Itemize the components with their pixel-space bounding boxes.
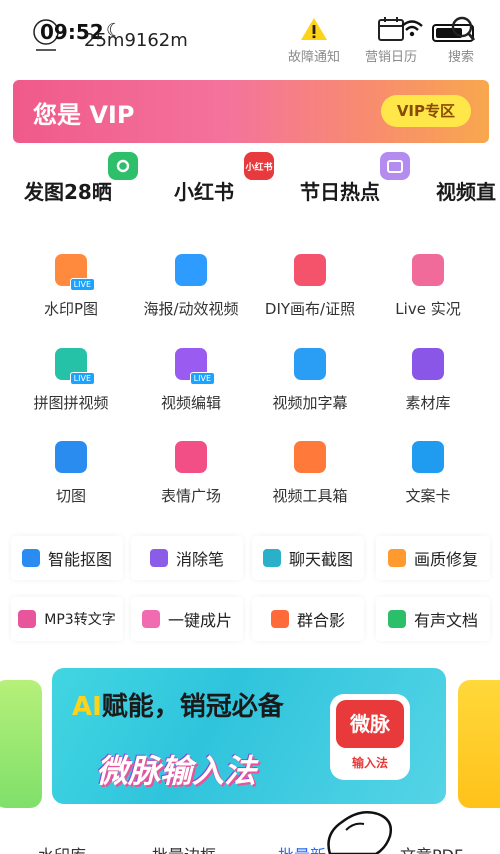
grid-item-label: 海报/动效视频	[143, 300, 239, 318]
grid-item-0[interactable]: LIVE 水印P图	[11, 254, 131, 324]
grid-item-label: 视频编辑	[160, 394, 221, 412]
tool-chip-label: 消除笔	[175, 550, 224, 569]
tab-xiaohongshu[interactable]: 小红书	[174, 176, 234, 205]
play-icon	[141, 610, 160, 628]
grid-item-10[interactable]: 视频工具箱	[250, 441, 370, 511]
live-photo-icon	[412, 254, 444, 286]
tool-chip-label: 智能抠图	[47, 550, 112, 569]
tool-chip-2[interactable]: 聊天截图	[252, 536, 364, 580]
promo-banner[interactable]: AI赋能，销冠必备 微脉输入法 微脉 输入法	[52, 668, 446, 804]
live-badge: LIVE	[69, 278, 95, 291]
video-edit-icon: LIVE	[175, 348, 215, 385]
layers-icon	[412, 348, 444, 380]
logo-top-text: 微脉	[336, 700, 404, 748]
tab-video-live[interactable]: 视频直	[436, 176, 496, 205]
subtitle-mic-icon	[294, 348, 326, 380]
video-toolbox-icon	[294, 441, 326, 473]
tool-chip-7[interactable]: 有声文档	[376, 597, 490, 641]
grid-item-label: 视频工具箱	[272, 487, 348, 505]
grid-item-label: DIY画布/证照	[264, 300, 356, 318]
grid-item-1[interactable]: 海报/动效视频	[131, 254, 251, 324]
xiaohongshu-badge-icon: 小红书	[244, 152, 274, 180]
search-label: 搜索	[447, 50, 474, 65]
vip-banner[interactable]: 您是 VIP VIP专区	[13, 80, 489, 143]
tool-chip-label: 一键成片	[167, 611, 232, 630]
tool-chip-label: 有声文档	[413, 611, 478, 630]
smart-cutout-icon	[21, 549, 40, 567]
tool-chip-label: 画质修复	[413, 550, 478, 569]
grid-item-9[interactable]: 表情广场	[131, 441, 251, 511]
wifi-icon	[400, 18, 424, 42]
grid-cut-icon	[55, 441, 87, 473]
tool-chip-4[interactable]: MP3转文字	[11, 597, 123, 641]
search-button[interactable]: 搜索	[426, 14, 496, 66]
tab-festival-hot[interactable]: 节日热点	[300, 176, 380, 205]
group-photo-icon	[270, 610, 289, 628]
tool-chip-3[interactable]: 画质修复	[376, 536, 490, 580]
tab-fatu[interactable]: 发图28晒	[24, 176, 112, 205]
pointer-hand-icon	[327, 811, 392, 854]
weimai-input-logo: 微脉 输入法	[330, 694, 410, 780]
grid-item-2[interactable]: DIY画布/证照	[250, 254, 370, 324]
category-tabs: 小红书 发图28晒 小红书 节日热点 视频直	[0, 152, 500, 222]
tool-chip-label: MP3转文字	[44, 612, 116, 628]
grid-item-label: 文案卡	[405, 487, 451, 505]
banner-headline: AI赋能，销冠必备	[72, 686, 284, 723]
vip-zone-button[interactable]: VIP专区	[380, 95, 471, 127]
copy-card-icon	[412, 441, 444, 473]
grid-item-4[interactable]: LIVE 拼图拼视频	[11, 348, 131, 418]
bottom-item-article-pdf[interactable]: 文章PDF	[400, 842, 463, 854]
collage-icon: LIVE	[55, 348, 95, 385]
carousel-prev-peek[interactable]	[0, 680, 42, 808]
grid-item-11[interactable]: 文案卡	[368, 441, 488, 511]
fault-notice-label: 故障通知	[287, 50, 340, 65]
tool-chip-6[interactable]: 群合影	[252, 597, 364, 641]
fault-notice-button[interactable]: 故障通知	[279, 14, 349, 66]
magic-wand-icon	[149, 549, 168, 567]
grid-item-label: 素材库	[405, 394, 451, 412]
mic-icon	[387, 610, 406, 628]
grid-item-label: Live 实况	[395, 300, 461, 318]
chat-screenshot-icon	[262, 549, 281, 567]
live-badge: LIVE	[189, 372, 215, 385]
camera-badge-icon	[108, 152, 138, 180]
banner-headline-rest: 赋能，销冠必备	[101, 692, 284, 722]
bottom-item-batch-new[interactable]: 批量新	[278, 842, 326, 854]
logo-bottom-text: 输入法	[351, 756, 388, 770]
grid-item-5[interactable]: LIVE 视频编辑	[131, 348, 251, 418]
user-id: 25m9162m	[84, 30, 188, 51]
grid-item-7[interactable]: 素材库	[368, 348, 488, 418]
marketing-calendar-label: 营销日历	[364, 50, 417, 65]
grid-item-label: 视频加字幕	[272, 394, 348, 412]
tool-chip-0[interactable]: 智能抠图	[11, 536, 123, 580]
banner-subtitle: 微脉输入法	[96, 752, 257, 790]
status-bar: 09:52 ☾ 25m9162m 故障通知 营销日历 搜索	[0, 0, 500, 72]
hd-icon	[387, 549, 406, 567]
search-icon	[451, 16, 476, 41]
grid-item-8[interactable]: 切图	[11, 441, 131, 511]
tool-chip-label: 群合影	[296, 611, 345, 630]
banner-headline-ai: AI	[72, 692, 102, 722]
canvas-id-photo-icon	[294, 254, 326, 286]
grid-item-6[interactable]: 视频加字幕	[250, 348, 370, 418]
carousel-next-peek[interactable]	[458, 680, 500, 808]
grid-item-label: 表情广场	[160, 487, 221, 505]
calendar-badge-icon	[380, 152, 410, 180]
grid-item-label: 切图	[55, 487, 86, 505]
warning-icon	[301, 18, 327, 40]
bottom-item-watermark-lib[interactable]: 水印库	[38, 842, 86, 854]
tool-chip-5[interactable]: 一键成片	[131, 597, 243, 641]
grid-item-3[interactable]: Live 实况	[368, 254, 488, 324]
poster-video-icon	[175, 254, 207, 286]
grid-item-label: 水印P图	[43, 300, 99, 318]
tool-chip-1[interactable]: 消除笔	[131, 536, 243, 580]
emoji-icon	[175, 441, 207, 473]
music-note-icon	[18, 610, 37, 628]
bottom-item-batch-border[interactable]: 批量边框	[152, 842, 216, 854]
tool-chip-label: 聊天截图	[288, 550, 353, 569]
photo-watermark-icon: LIVE	[55, 254, 95, 291]
live-badge: LIVE	[69, 372, 95, 385]
grid-item-label: 拼图拼视频	[33, 394, 109, 412]
vip-title: 您是 VIP	[33, 101, 135, 129]
